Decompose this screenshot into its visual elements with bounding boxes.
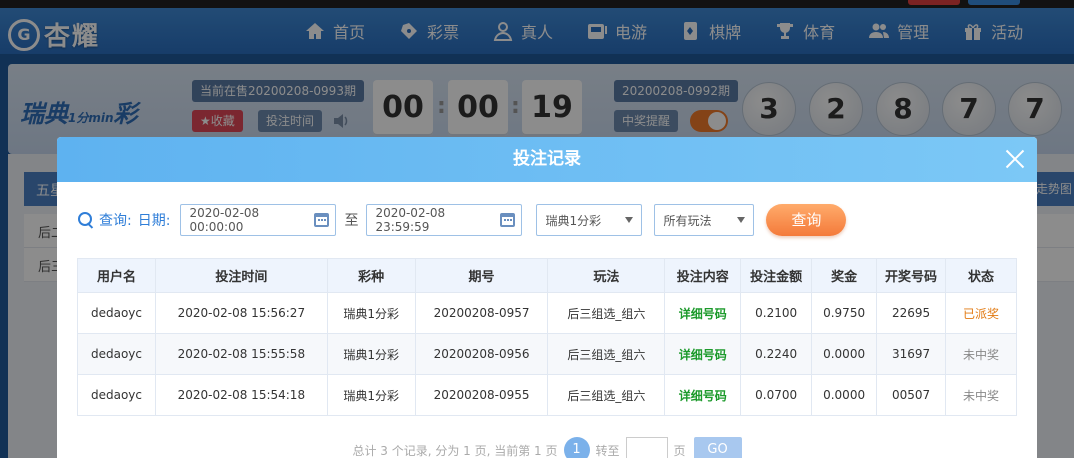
table-header-row: 用户名 投注时间 彩种 期号 玩法 投注内容 投注金额 奖金 开奖号码 状态 [77,258,1017,293]
table-row[interactable]: dedaoyc 2020-02-08 15:54:18 瑞典1分彩 20200208-… [77,374,1017,416]
detail-link[interactable]: 详细号码 [664,374,742,416]
lottery-cell: 瑞典1分彩 [326,333,416,375]
close-icon[interactable] [1003,147,1027,171]
issue-cell: 20200208-0957 [414,292,549,334]
end-date-value: 2020-02-08 23:59:59 [375,206,446,234]
page-label: 页 [673,443,686,458]
bet-time-cell: 2020-02-08 15:56:27 [154,292,328,334]
column-header: 投注时间 [154,258,328,293]
start-date-input[interactable]: 2020-02-08 00:00:00 [180,204,337,236]
play-cell: 后三组选_组六 [547,333,666,375]
bet-records-table: 用户名 投注时间 彩种 期号 玩法 投注内容 投注金额 奖金 开奖号码 状态 dedaoyc 202… [77,258,1017,416]
column-header: 奖金 [811,258,878,293]
status-cell: 未中奖 [945,333,1017,375]
table-body: dedaoyc 2020-02-08 15:56:27 瑞典1分彩 20200208-… [77,292,1017,416]
modal-title: 投注记录 [513,149,581,169]
filter-bar: 查询: 日期: 2020-02-08 00:00:00 至 2020-02-08… [77,204,847,236]
status-cell: 已派奖 [945,292,1017,334]
prize-cell: 0.9750 [811,292,878,334]
draw-number-cell: 22695 [876,292,947,334]
column-header: 期号 [414,258,549,293]
draw-number-cell: 31697 [876,333,947,375]
prize-cell: 0.0000 [811,333,878,375]
bet-records-modal: 投注记录 查询: 日期: 2020-02-08 00:00:00 至 2020-… [57,137,1037,458]
date-label: 日期: [137,213,171,229]
issue-cell: 20200208-0955 [414,374,549,416]
lottery-cell: 瑞典1分彩 [326,374,416,416]
amount-cell: 0.2240 [740,333,813,375]
lottery-select[interactable]: 瑞典1分彩 [536,204,643,236]
column-header: 开奖号码 [876,258,947,293]
prize-cell: 0.0000 [811,374,878,416]
play-select-value: 所有玩法 [663,213,712,228]
column-header: 状态 [945,258,1017,293]
status-cell: 未中奖 [945,374,1017,416]
bet-time-cell: 2020-02-08 15:55:58 [154,333,328,375]
calendar-icon[interactable] [500,213,516,227]
issue-cell: 20200208-0956 [414,333,549,375]
column-header: 投注内容 [664,258,742,293]
bet-time-cell: 2020-02-08 15:54:18 [154,374,328,416]
play-select[interactable]: 所有玩法 [654,204,755,236]
go-button[interactable]: GO [693,437,742,458]
chevron-down-icon [625,217,634,223]
search-icon [77,211,95,229]
draw-number-cell: 00507 [876,374,947,416]
calendar-icon[interactable] [314,213,330,227]
username-cell: dedaoyc [77,333,156,375]
column-header: 投注金额 [740,258,813,293]
table-row[interactable]: dedaoyc 2020-02-08 15:55:58 瑞典1分彩 20200208-… [77,333,1017,375]
column-header: 彩种 [326,258,416,293]
modal-header: 投注记录 [57,137,1037,182]
query-button[interactable]: 查询 [766,204,847,236]
goto-label: 转至 [595,443,620,458]
query-label: 查询: [99,213,132,229]
start-date-value: 2020-02-08 00:00:00 [189,206,260,234]
chevron-down-icon [737,217,746,223]
end-date-input[interactable]: 2020-02-08 23:59:59 [366,204,523,236]
play-cell: 后三组选_组六 [547,292,666,334]
lottery-cell: 瑞典1分彩 [326,292,416,334]
amount-cell: 0.0700 [740,374,813,416]
lottery-select-value: 瑞典1分彩 [545,213,602,228]
username-cell: dedaoyc [77,374,156,416]
username-cell: dedaoyc [77,292,156,334]
current-page-button[interactable]: 1 [563,437,590,458]
to-label: 至 [344,213,359,229]
detail-link[interactable]: 详细号码 [664,292,742,334]
goto-page-input[interactable] [625,437,668,458]
column-header: 用户名 [77,258,156,293]
column-header: 玩法 [547,258,666,293]
amount-cell: 0.2100 [740,292,813,334]
play-cell: 后三组选_组六 [547,374,666,416]
detail-link[interactable]: 详细号码 [664,333,742,375]
table-row[interactable]: dedaoyc 2020-02-08 15:56:27 瑞典1分彩 20200208-… [77,292,1017,334]
pagination: 总计 3 个记录, 分为 1 页, 当前第 1 页 1 转至 页 GO [57,437,1037,458]
pagination-summary: 总计 3 个记录, 分为 1 页, 当前第 1 页 [352,443,558,458]
